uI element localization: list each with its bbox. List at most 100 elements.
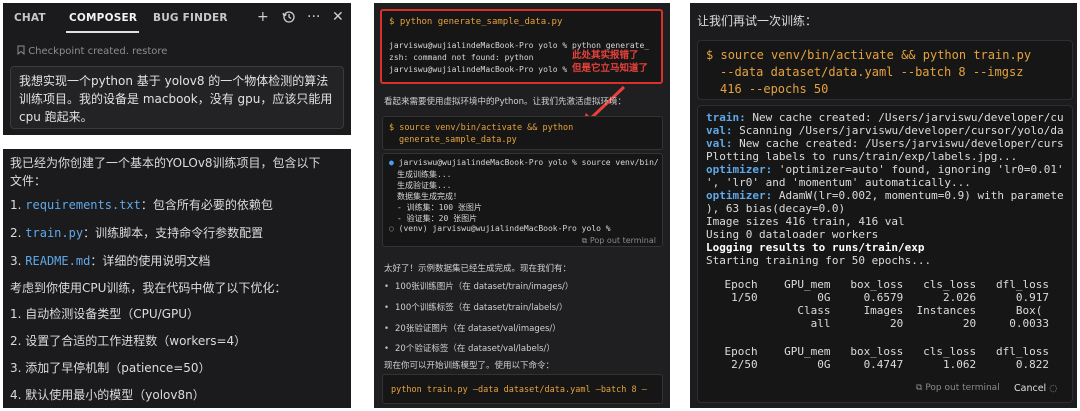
training-panel: 让我们再试一次训练： $ source venv/bin/activate &&…	[690, 3, 1077, 408]
terminal-line: jarviswu@wujialindeMacBook-Pro yolo %	[389, 65, 568, 74]
epoch-table-row: 1/50 0G 0.6579 2.026 0.917	[698, 291, 1049, 304]
log-line: Using 0 dataloader workers	[706, 228, 879, 241]
epoch-table-header: Epoch GPU_mem box_loss cls_loss dfl_loss	[698, 278, 1049, 291]
bookmark-icon	[17, 45, 28, 57]
restore-link[interactable]: restore	[132, 46, 167, 57]
prompt-symbol: $	[389, 123, 395, 133]
file-item: 3. README.md：详细的使用说明文档	[10, 252, 210, 269]
file-num: 3.	[10, 254, 22, 268]
terminal-session-panel: $ python generate_sample_data.py jarvisw…	[374, 3, 670, 408]
log-line: optimizer: AdamW(lr=0.002, momentum=0.9)…	[706, 189, 1064, 202]
file-desc: ：包含所有必要的依赖包	[140, 198, 273, 212]
prompt-symbol: $	[706, 48, 714, 62]
file-name-link[interactable]: README.md	[25, 254, 90, 268]
list-item: 20张验证图片（在 dataset/val/images/）	[384, 322, 561, 334]
plus-icon[interactable]: +	[257, 10, 269, 24]
file-name-link[interactable]: train.py	[25, 226, 83, 240]
file-desc: ：训练脚本，支持命令行参数配置	[83, 226, 264, 240]
command-text-cont: generate_sample_data.py	[399, 135, 517, 145]
terminal-line: ● jarviswu@wujialindeMacBook-Pro yolo % …	[389, 158, 659, 167]
epoch-table-header: Epoch GPU_mem box_loss cls_loss dfl_loss	[698, 345, 1049, 358]
terminal-line: 数据集生成完成！	[397, 192, 461, 201]
terminal-line: - 训练集：100 张图片	[397, 203, 482, 212]
reply-intro: 我已经为你创建了一个基本的YOLOv8训练项目，包含以下	[10, 156, 321, 170]
command-text: python train.py —data dataset/data.yaml …	[391, 385, 647, 395]
pop-out-terminal-button[interactable]: ⧉ Pop out terminal	[916, 383, 1000, 393]
failed-command-block: $ python generate_sample_data.py jarvisw…	[380, 9, 663, 84]
composer-tab-bar: CHAT COMPOSER BUG FINDER + ··· ✕	[3, 3, 351, 35]
file-num: 1.	[10, 198, 22, 212]
checkpoint-text: Checkpoint created.	[28, 46, 129, 57]
list-item: 20个验证标签（在 dataset/val/labels/）	[384, 342, 555, 354]
optimization-item: 1. 自动检测设备类型（CPU/GPU）	[10, 307, 200, 321]
file-item: 2. train.py：训练脚本，支持命令行参数配置	[10, 224, 263, 241]
checkpoint-status: Checkpoint created. restore	[17, 45, 167, 57]
command-text-cont: --data dataset/data.yaml --batch 8 --img…	[720, 65, 1024, 79]
command-text: source venv/bin/activate && python train…	[720, 48, 1032, 62]
training-command-block: $ source venv/bin/activate && python tra…	[697, 40, 1073, 100]
popout-icon: ⧉	[581, 236, 588, 245]
command-text-cont: 416 --epochs 50	[720, 82, 829, 96]
tab-chat[interactable]: CHAT	[14, 12, 46, 24]
log-line: Plotting labels to runs/train/exp/labels…	[706, 150, 1018, 163]
list-item: 100张训练图片（在 dataset/train/images/）	[384, 280, 573, 292]
log-line: val: New cache created: /Users/jarviswu/…	[706, 137, 1064, 150]
log-line: optimizer: 'optimizer=auto' found, ignor…	[706, 163, 1064, 176]
command-text: source venv/bin/activate && python	[399, 123, 574, 133]
terminal-line: 生成验证集...	[397, 181, 452, 190]
log-line: ', 'lr0' and 'momentum' automatically...	[706, 176, 971, 189]
train-command-block: python train.py —data dataset/data.yaml …	[382, 374, 663, 404]
log-line: ), 63 bias(decay=0.0)	[706, 202, 846, 215]
user-message: 我想实现一个python 基于 yolov8 的一个物体检测的算法训练项目。我的…	[10, 66, 344, 129]
prompt-symbol: $	[389, 17, 395, 27]
command-line: $ python generate_sample_data.py	[389, 17, 562, 27]
log-line: Starting training for 50 epochs...	[706, 254, 932, 267]
terminal-line: - 验证集：20 张图片	[397, 214, 478, 223]
terminal-line: ○ (venv) jarviswu@wujialindeMacBook-Pro …	[389, 224, 611, 233]
active-tab-indicator	[66, 31, 139, 33]
log-line: Image sizes 416 train, 416 val	[706, 215, 905, 228]
venv-note: 看起来需要使用虚拟环境中的Python。让我们先激活虚拟环境：	[384, 97, 626, 107]
file-num: 2.	[10, 226, 22, 240]
pop-out-terminal-button[interactable]: ⧉ Pop out terminal	[582, 236, 656, 246]
optimization-item: 4. 默认使用最小的模型（yolov8n）	[10, 388, 205, 402]
done-note: 太好了！示例数据集已经生成完成。现在我们有：	[384, 264, 572, 274]
annotation-text: 此处其实报错了 但是它立马知道了	[572, 50, 649, 74]
popout-icon: ⧉	[916, 383, 923, 393]
val-table-header: Class Images Instances Box(	[698, 304, 1043, 317]
history-icon[interactable]	[282, 10, 296, 27]
cancel-button[interactable]: Cancel ◌	[1014, 383, 1058, 394]
activate-command-block: $ source venv/bin/activate && python gen…	[382, 116, 663, 150]
close-icon[interactable]: ✕	[332, 10, 344, 24]
error-line: zsh: command not found: python	[389, 53, 534, 62]
file-name-link[interactable]: requirements.txt	[25, 198, 141, 212]
command-line: $ source venv/bin/activate && python	[389, 123, 573, 133]
command-line: $ source venv/bin/activate && python tra…	[706, 48, 1031, 63]
tab-composer[interactable]: COMPOSER	[69, 12, 137, 24]
log-line: val: Scanning /Users/jarviswu/developer/…	[706, 124, 1064, 137]
spinner-icon: ◌	[1049, 383, 1058, 394]
log-line: train: New cache created: /Users/jarvisw…	[706, 111, 1064, 124]
training-title: 让我们再试一次训练：	[697, 14, 818, 28]
assistant-reply-panel: 我已经为你创建了一个基本的YOLOv8训练项目，包含以下 文件： 1. requ…	[3, 149, 351, 408]
optimization-item: 2. 设置了合适的工作进程数（workers=4）	[10, 334, 247, 348]
list-item: 100个训练标签（在 dataset/train/labels/）	[384, 301, 567, 313]
more-options-icon[interactable]: ···	[307, 10, 320, 24]
status-dot-icon: ●	[389, 158, 394, 167]
terminal-line: 生成训练集...	[397, 170, 452, 179]
file-desc: ：详细的使用说明文档	[90, 254, 211, 268]
composer-panel: CHAT COMPOSER BUG FINDER + ··· ✕ Checkpo…	[3, 3, 351, 135]
epoch-table-row: 2/50 0G 0.4747 1.062 0.822	[698, 358, 1049, 371]
log-line: Logging results to runs/train/exp	[706, 241, 925, 254]
next-note: 现在你可以开始训练模型了。使用以下命令：	[384, 361, 555, 371]
tab-bug-finder[interactable]: BUG FINDER	[153, 12, 228, 24]
val-table-row: all 20 20 0.0033	[698, 317, 1049, 330]
reply-intro-cont: 文件：	[10, 174, 47, 188]
optimization-item: 3. 添加了早停机制（patience=50）	[10, 361, 211, 375]
training-log: train: New cache created: /Users/jarvisw…	[697, 105, 1073, 403]
terminal-output: ● jarviswu@wujialindeMacBook-Pro yolo % …	[382, 153, 663, 247]
file-item: 1. requirements.txt：包含所有必要的依赖包	[10, 196, 273, 213]
status-dot-icon: ○	[389, 224, 394, 233]
optimization-intro: 考虑到你使用CPU训练，我在代码中做了以下优化：	[10, 281, 287, 295]
command-text: python generate_sample_data.py	[399, 17, 563, 27]
